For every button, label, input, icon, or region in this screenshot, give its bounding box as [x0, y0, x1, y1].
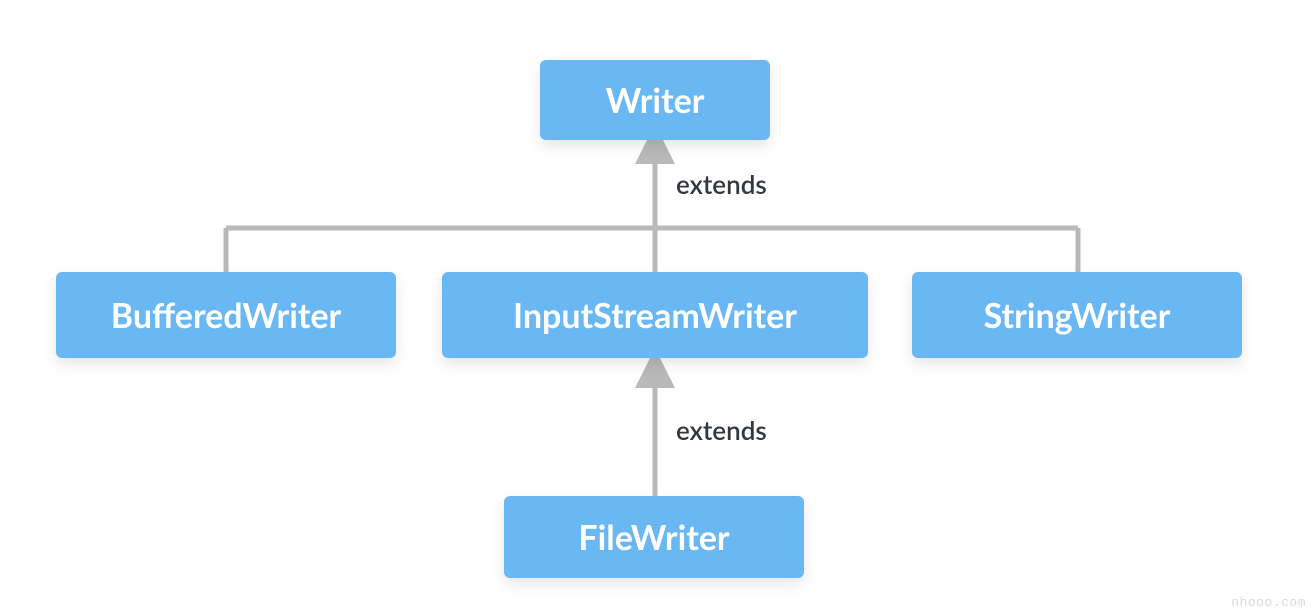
node-buffered-writer: BufferedWriter: [56, 272, 396, 358]
node-writer-label: Writer: [606, 80, 705, 121]
edge-label-root-extends: extends: [676, 168, 767, 200]
node-file-writer-label: FileWriter: [578, 517, 729, 558]
node-string-writer: StringWriter: [912, 272, 1242, 358]
node-file-writer: FileWriter: [504, 496, 804, 578]
node-writer: Writer: [540, 60, 770, 140]
node-inputstream-writer: InputStreamWriter: [442, 272, 868, 358]
node-buffered-writer-label: BufferedWriter: [111, 295, 341, 336]
node-inputstream-writer-label: InputStreamWriter: [513, 295, 797, 336]
watermark: nhooo.com: [1231, 595, 1306, 610]
edge-label-grandchild-extends: extends: [676, 414, 767, 446]
node-string-writer-label: StringWriter: [984, 295, 1171, 336]
